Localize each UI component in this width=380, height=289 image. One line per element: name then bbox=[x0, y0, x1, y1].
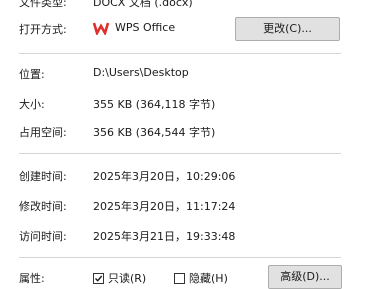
file-type-value: DOCX 文档 (.docx) bbox=[93, 0, 193, 9]
attributes-label: 属性: bbox=[19, 272, 45, 285]
modified-label: 修改时间: bbox=[19, 200, 67, 213]
open-with-app-name: WPS Office bbox=[115, 21, 176, 34]
change-button[interactable]: 更改(C)... bbox=[235, 17, 340, 41]
modified-value: 2025年3月20日，11:17:24 bbox=[93, 200, 236, 213]
separator bbox=[19, 53, 341, 54]
created-value: 2025年3月20日，10:29:06 bbox=[93, 170, 236, 183]
file-type-label: 文件类型: bbox=[19, 0, 67, 9]
size-label: 大小: bbox=[19, 98, 45, 111]
size-value: 355 KB (364,118 字节) bbox=[93, 98, 216, 111]
size-on-disk-value: 356 KB (364,544 字节) bbox=[93, 126, 216, 139]
readonly-checkbox[interactable] bbox=[93, 273, 104, 284]
location-label: 位置: bbox=[19, 68, 45, 81]
accessed-label: 访问时间: bbox=[19, 230, 67, 243]
advanced-button[interactable]: 高级(D)... bbox=[268, 265, 342, 289]
separator bbox=[19, 153, 341, 154]
wps-office-icon bbox=[93, 22, 109, 35]
hidden-label[interactable]: 隐藏(H) bbox=[189, 270, 228, 286]
open-with-label: 打开方式: bbox=[19, 23, 67, 36]
size-on-disk-label: 占用空间: bbox=[19, 126, 67, 139]
created-label: 创建时间: bbox=[19, 170, 67, 183]
separator bbox=[19, 257, 341, 258]
hidden-checkbox[interactable] bbox=[174, 273, 185, 284]
location-value: D:\Users\Desktop bbox=[93, 66, 189, 79]
readonly-label[interactable]: 只读(R) bbox=[108, 270, 146, 286]
accessed-value: 2025年3月21日，19:33:48 bbox=[93, 230, 236, 243]
